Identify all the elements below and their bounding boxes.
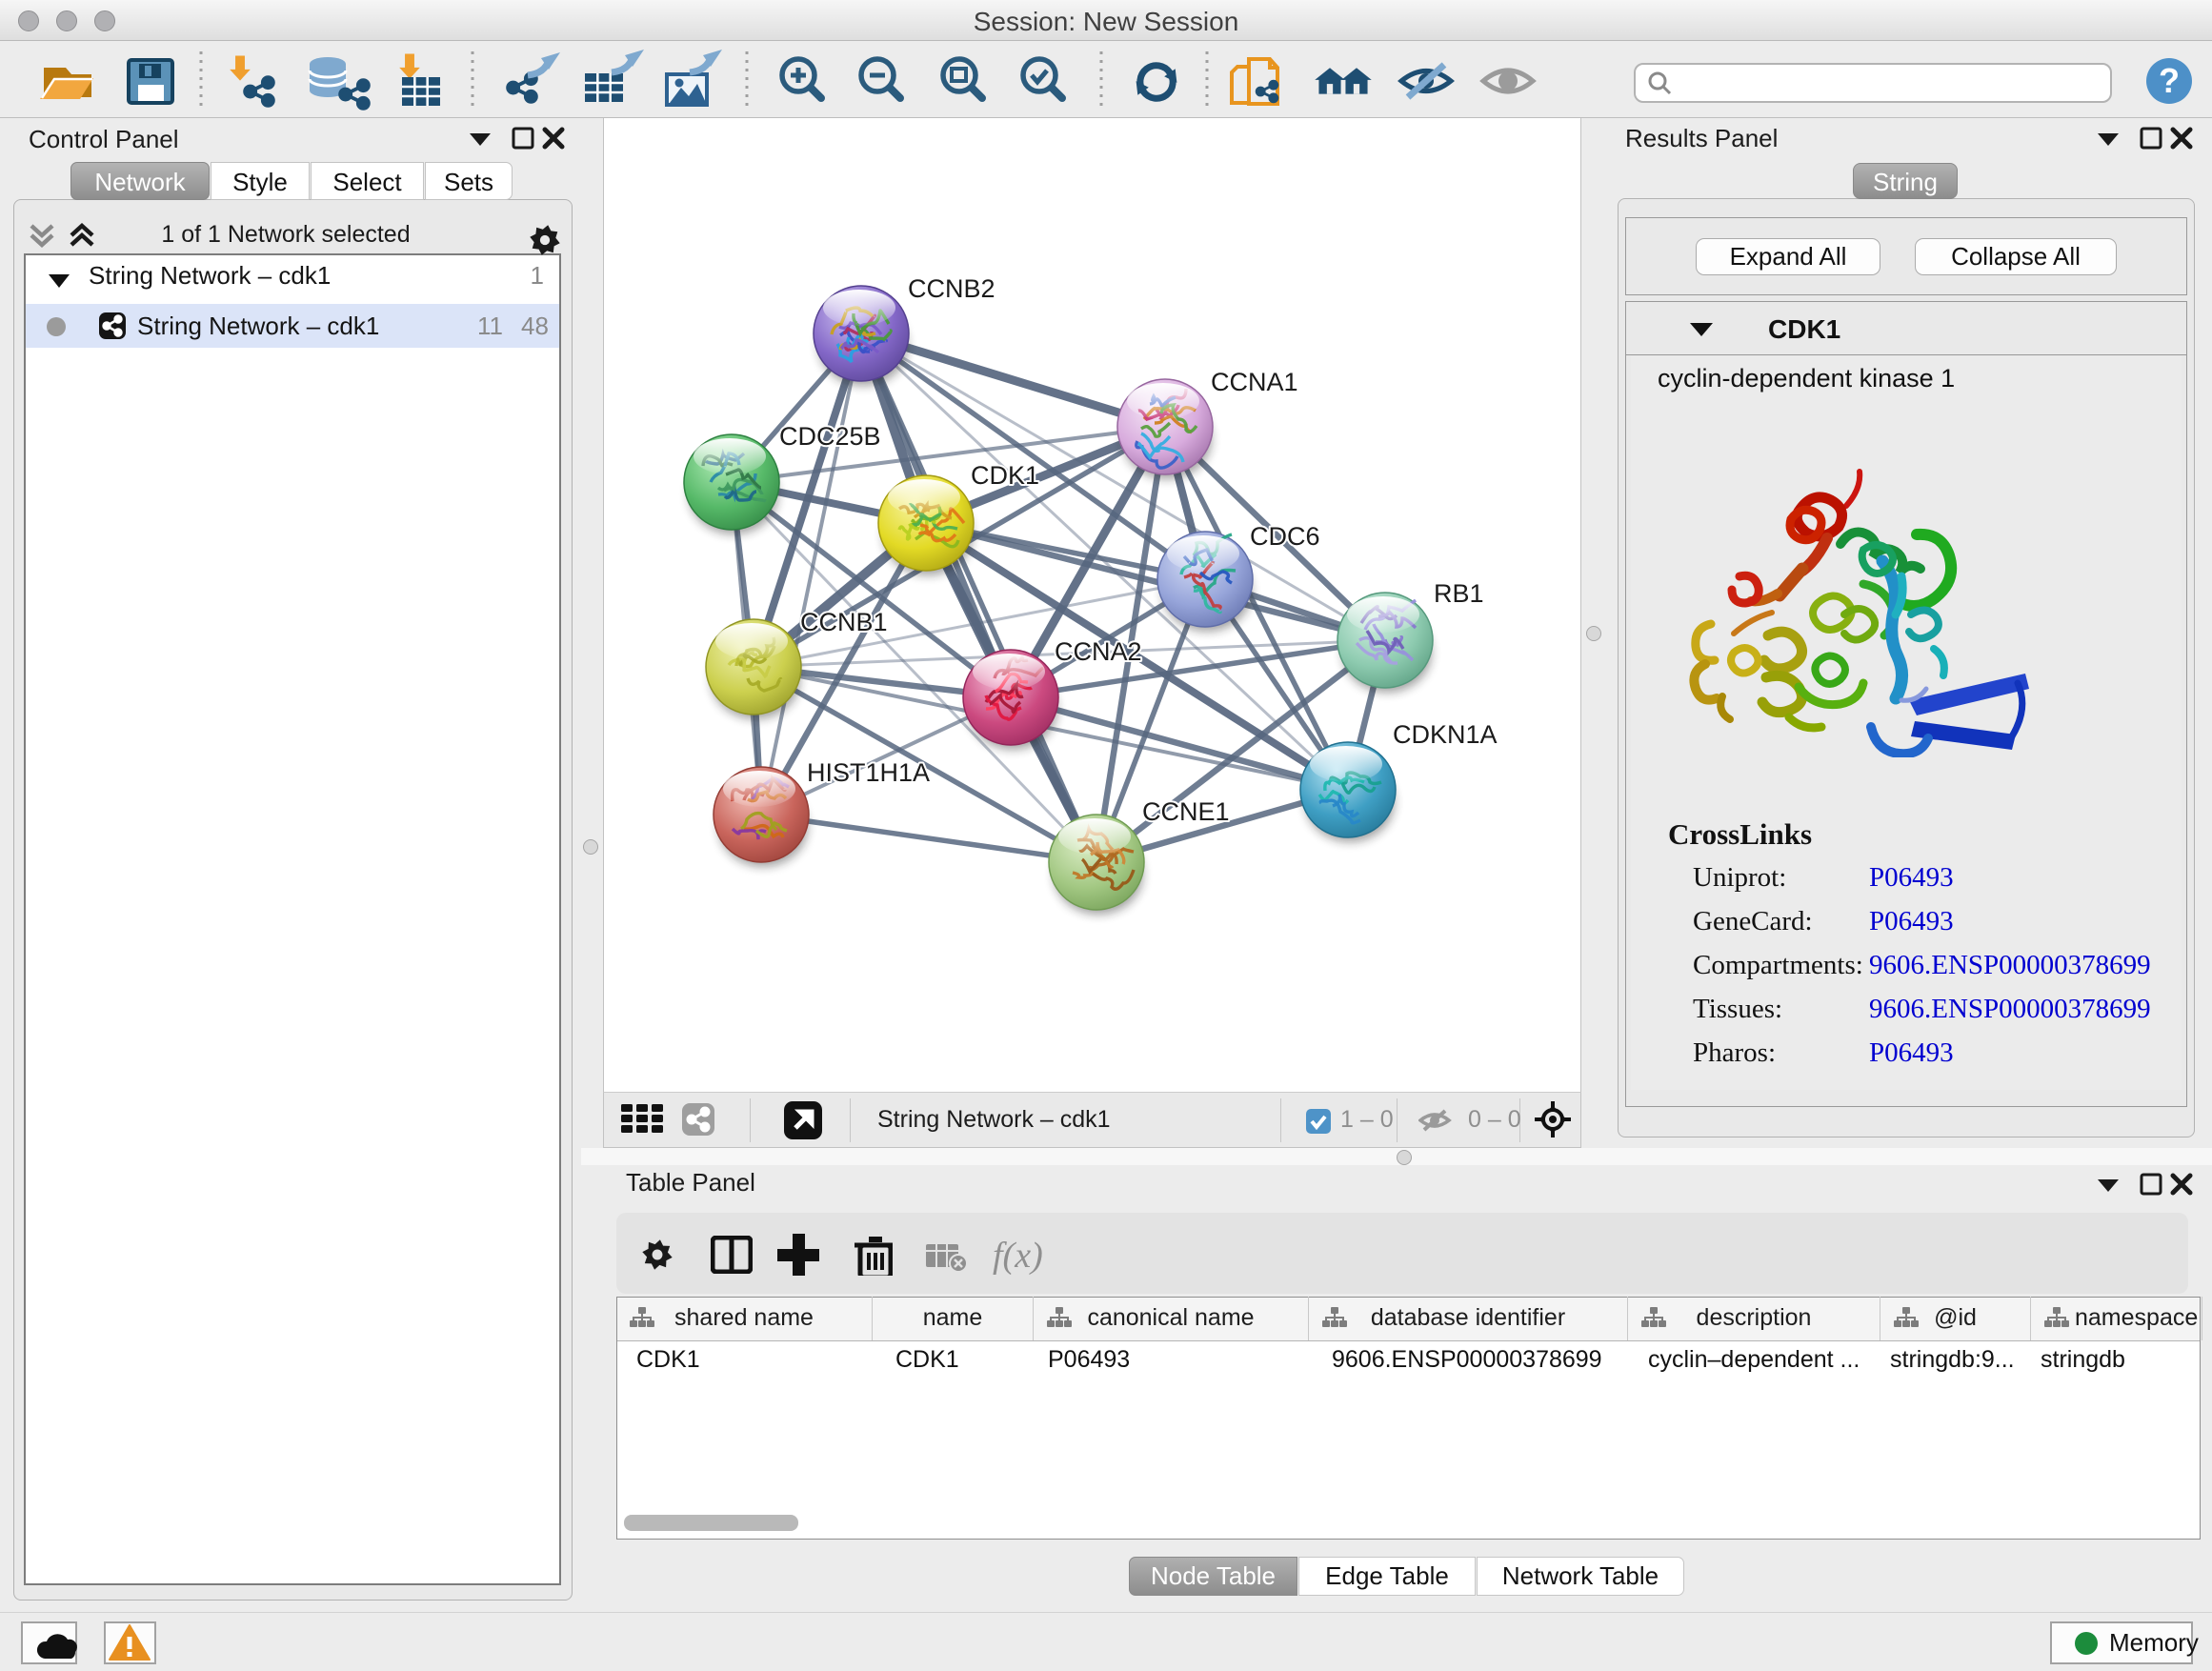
svg-text:CDK1: CDK1 [971, 461, 1039, 490]
svg-text:CCNA2: CCNA2 [1055, 637, 1142, 666]
svg-text:HIST1H1A: HIST1H1A [807, 758, 930, 787]
svg-text:CCNB2: CCNB2 [908, 274, 995, 303]
svg-text:RB1: RB1 [1434, 579, 1484, 608]
svg-text:CDKN1A: CDKN1A [1393, 720, 1498, 749]
svg-text:CCNB1: CCNB1 [800, 608, 888, 636]
svg-text:CCNE1: CCNE1 [1142, 797, 1230, 826]
svg-text:?: ? [2159, 61, 2180, 100]
svg-text:CDC6: CDC6 [1250, 522, 1320, 551]
svg-text:CDC25B: CDC25B [779, 422, 881, 451]
svg-text:CCNA1: CCNA1 [1211, 368, 1298, 396]
